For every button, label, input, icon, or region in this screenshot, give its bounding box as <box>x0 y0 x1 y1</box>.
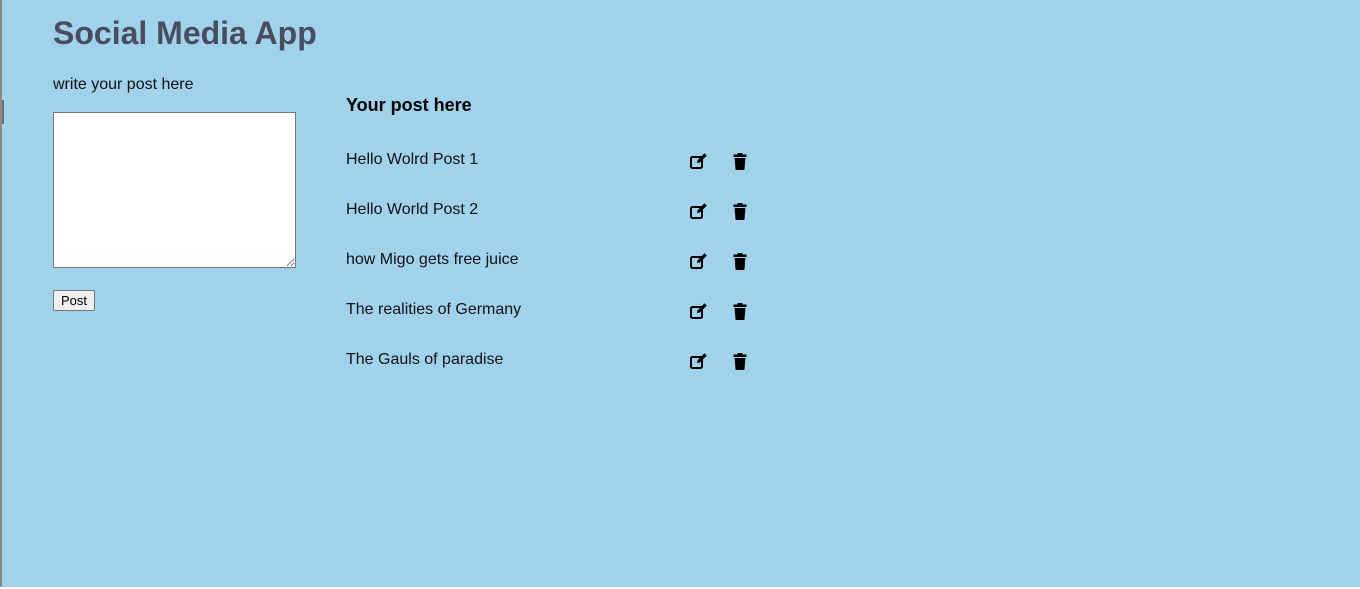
edit-icon[interactable] <box>688 300 710 322</box>
posts-heading: Your post here <box>346 95 472 115</box>
app-viewport: Social Media App write your post here Po… <box>0 0 1360 587</box>
edit-icon[interactable] <box>688 250 710 272</box>
post-item: Hello Wolrd Post 1 <box>346 147 766 197</box>
post-text: Hello Wolrd Post 1 <box>346 151 479 168</box>
edit-icon[interactable] <box>688 200 710 222</box>
window-edge-marker <box>2 100 4 124</box>
composer-label: write your post here <box>53 76 194 93</box>
post-list: Hello Wolrd Post 1 Hello World Post 2 ho… <box>346 147 766 397</box>
trash-icon[interactable] <box>729 300 751 322</box>
post-item: how Migo gets free juice <box>346 247 766 297</box>
post-text: The realities of Germany <box>346 301 522 318</box>
trash-icon[interactable] <box>729 200 751 222</box>
trash-icon[interactable] <box>729 350 751 372</box>
post-text: how Migo gets free juice <box>346 251 519 268</box>
post-item: The Gauls of paradise <box>346 347 766 397</box>
edit-icon[interactable] <box>688 350 710 372</box>
edit-icon[interactable] <box>688 150 710 172</box>
trash-icon[interactable] <box>729 150 751 172</box>
post-item: The realities of Germany <box>346 297 766 347</box>
post-button[interactable]: Post <box>53 290 96 311</box>
app-title: Social Media App <box>53 15 317 51</box>
post-text: Hello World Post 2 <box>346 201 479 218</box>
post-text: The Gauls of paradise <box>346 351 504 368</box>
post-textarea[interactable] <box>53 112 296 268</box>
post-item: Hello World Post 2 <box>346 197 766 247</box>
trash-icon[interactable] <box>729 250 751 272</box>
